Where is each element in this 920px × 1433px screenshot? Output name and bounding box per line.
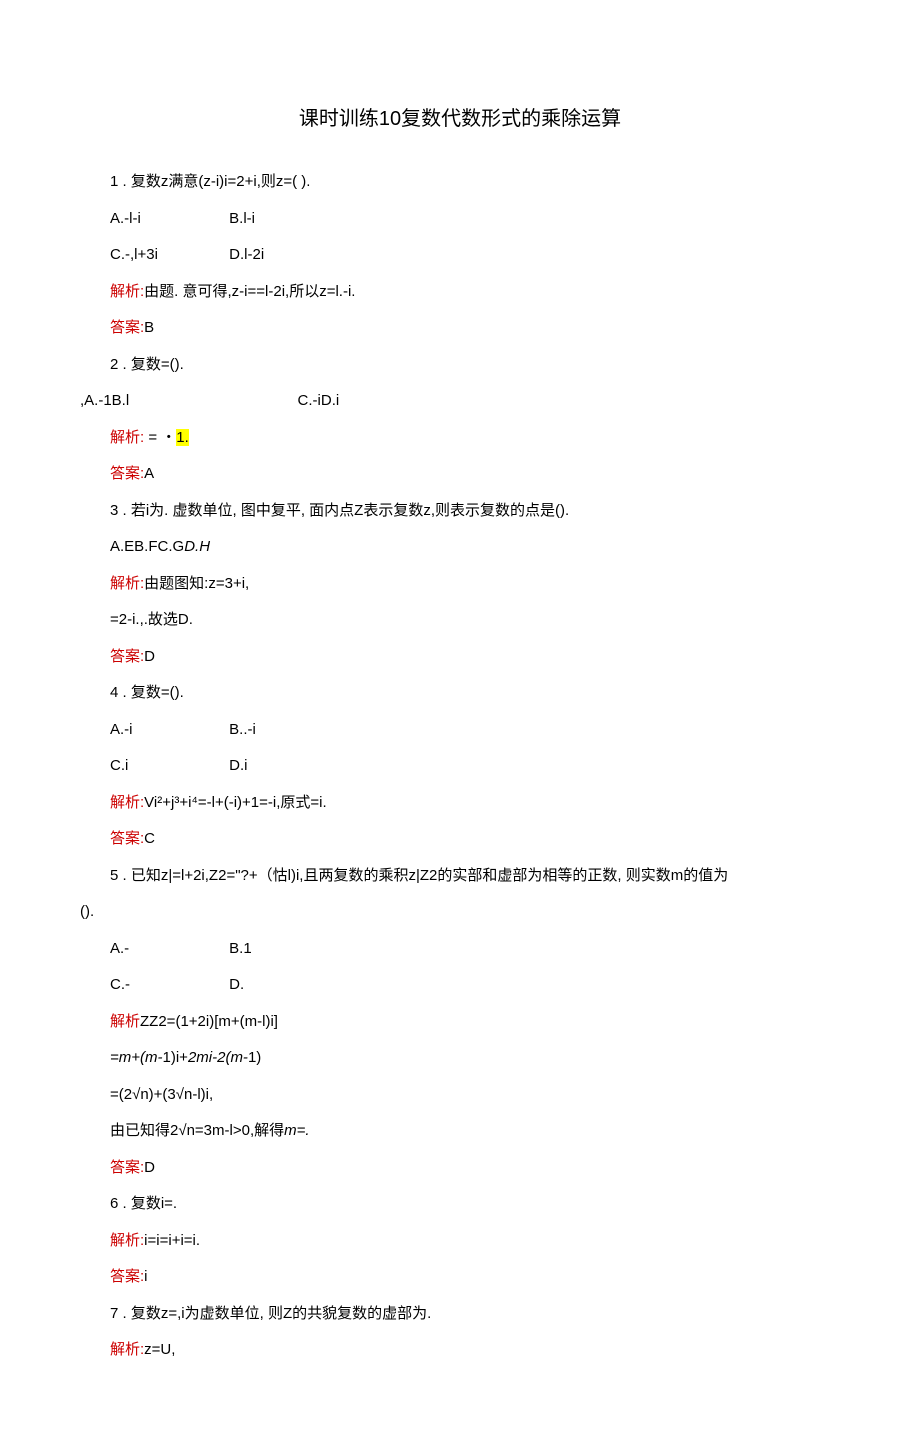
jiexi-label: 解析: bbox=[110, 1232, 144, 1249]
q5-opts-cd: C.- D. bbox=[110, 971, 840, 1000]
daan-label: 答案: bbox=[110, 319, 144, 336]
q5-daan: 答案:D bbox=[110, 1154, 840, 1183]
q4-jiexi: 解析:Vi²+j³+i⁴=-l+(-i)+1=-i,原式=i. bbox=[110, 789, 840, 818]
q3-opts-abc: A.EB.FC.G bbox=[110, 538, 184, 555]
q2-stem: 2 . 复数=(). bbox=[110, 351, 840, 380]
q4-opt-b: B..-i bbox=[229, 716, 256, 745]
daan-label: 答案: bbox=[110, 1159, 144, 1176]
q3-line2: =2-i.,.故选D. bbox=[110, 606, 840, 635]
q5-l2b: 1)i+ bbox=[163, 1049, 188, 1066]
q6-daan: 答案:i bbox=[110, 1263, 840, 1292]
jiexi-text: = ・ bbox=[144, 429, 176, 446]
jiexi-label: 解析 bbox=[110, 1013, 140, 1030]
q5-l2a: =m+(m- bbox=[110, 1049, 163, 1066]
q5-line3: =(2√n)+(3√n-l)i, bbox=[110, 1081, 840, 1110]
daan-text: A bbox=[144, 465, 154, 482]
q5-line2: =m+(m-1)i+2mi-2(m-1) bbox=[110, 1044, 840, 1073]
jiexi-label: 解析: bbox=[110, 283, 144, 300]
q1-opts-cd: C.-,l+3i D.l-2i bbox=[110, 241, 840, 270]
q4-stem: 4 . 复数=(). bbox=[110, 679, 840, 708]
daan-label: 答案: bbox=[110, 465, 144, 482]
q1-stem: 1 . 复数z满意(z-i)i=2+i,则z=( ). bbox=[110, 168, 840, 197]
q2-opts-cd: C.-iD.i bbox=[298, 392, 340, 409]
q5-l2c: 2mi-2(m- bbox=[188, 1049, 248, 1066]
q5-l2d: 1) bbox=[248, 1049, 261, 1066]
q5-l4b: m=. bbox=[284, 1122, 309, 1139]
q5-opt-b: B.1 bbox=[229, 935, 252, 964]
q5-stem-a: 5 . 已知z|=l+2i,Z2="?+（怙l)i,且两复数的乘积z|Z2的实部… bbox=[110, 862, 840, 891]
q1-opt-a: A.-l-i bbox=[110, 205, 225, 234]
jiexi-text: i=i=i+i=i. bbox=[144, 1232, 200, 1249]
daan-text: D bbox=[144, 1159, 155, 1176]
daan-text: B bbox=[144, 319, 154, 336]
q2-opts: ,A.-1B.l C.-iD.i bbox=[80, 387, 840, 416]
q1-daan: 答案:B bbox=[110, 314, 840, 343]
q2-jiexi: 解析: = ・1. bbox=[110, 424, 840, 453]
q7-stem: 7 . 复数z=,i为虚数单位, 则Z的共貌复数的虚部为. bbox=[110, 1300, 840, 1329]
q2-daan: 答案:A bbox=[110, 460, 840, 489]
q5-l4a: 由已知得2√n=3m-l>0,解得 bbox=[110, 1122, 284, 1139]
q2-opts-ab: ,A.-1B.l bbox=[80, 392, 129, 409]
jiexi-label: 解析: bbox=[110, 794, 144, 811]
jiexi-highlight: 1. bbox=[176, 429, 189, 446]
daan-text: D bbox=[144, 648, 155, 665]
page-title: 课时训练10复数代数形式的乘除运算 bbox=[80, 100, 840, 138]
q6-jiexi: 解析:i=i=i+i=i. bbox=[110, 1227, 840, 1256]
q1-opt-b: B.l-i bbox=[229, 205, 255, 234]
q5-jiexi: 解析ZZ2=(1+2i)[m+(m-l)i] bbox=[110, 1008, 840, 1037]
daan-text: i bbox=[144, 1268, 147, 1285]
daan-text: C bbox=[144, 830, 155, 847]
jiexi-text: z=U, bbox=[144, 1341, 175, 1358]
daan-label: 答案: bbox=[110, 1268, 144, 1285]
q3-stem: 3 . 若i为. 虚数单位, 图中复平, 面内点Z表示复数z,则表示复数的点是(… bbox=[110, 497, 840, 526]
jiexi-label: 解析: bbox=[110, 1341, 144, 1358]
jiexi-text: Vi²+j³+i⁴=-l+(-i)+1=-i,原式=i. bbox=[144, 794, 326, 811]
q4-opts-cd: C.i D.i bbox=[110, 752, 840, 781]
q5-opt-a: A.- bbox=[110, 935, 225, 964]
q3-opts: A.EB.FC.GD.H bbox=[110, 533, 840, 562]
q4-opt-a: A.-i bbox=[110, 716, 225, 745]
daan-label: 答案: bbox=[110, 830, 144, 847]
daan-label: 答案: bbox=[110, 648, 144, 665]
q4-daan: 答案:C bbox=[110, 825, 840, 854]
q4-opts-ab: A.-i B..-i bbox=[110, 716, 840, 745]
q3-opt-d: D.H bbox=[184, 538, 210, 555]
q5-opt-d: D. bbox=[229, 971, 244, 1000]
jiexi-label: 解析: bbox=[110, 429, 144, 446]
q5-line4: 由已知得2√n=3m-l>0,解得m=. bbox=[110, 1117, 840, 1146]
q3-daan: 答案:D bbox=[110, 643, 840, 672]
q5-stem-b: (). bbox=[80, 898, 840, 927]
q3-jiexi: 解析:由题图知:z=3+i, bbox=[110, 570, 840, 599]
q4-opt-c: C.i bbox=[110, 752, 225, 781]
q5-opt-c: C.- bbox=[110, 971, 225, 1000]
q7-jiexi: 解析:z=U, bbox=[110, 1336, 840, 1365]
q1-opts-ab: A.-l-i B.l-i bbox=[110, 205, 840, 234]
q4-opt-d: D.i bbox=[229, 752, 247, 781]
jiexi-text: 由题图知:z=3+i, bbox=[144, 575, 249, 592]
jiexi-label: 解析: bbox=[110, 575, 144, 592]
q1-jiexi: 解析:由题. 意可得,z-i==l-2i,所以z=l.-i. bbox=[110, 278, 840, 307]
jiexi-text: ZZ2=(1+2i)[m+(m-l)i] bbox=[140, 1013, 278, 1030]
jiexi-text: 由题. 意可得,z-i==l-2i,所以z=l.-i. bbox=[144, 283, 355, 300]
q5-opts-ab: A.- B.1 bbox=[110, 935, 840, 964]
q6-stem: 6 . 复数i=. bbox=[110, 1190, 840, 1219]
q1-opt-c: C.-,l+3i bbox=[110, 241, 225, 270]
q1-opt-d: D.l-2i bbox=[229, 241, 264, 270]
